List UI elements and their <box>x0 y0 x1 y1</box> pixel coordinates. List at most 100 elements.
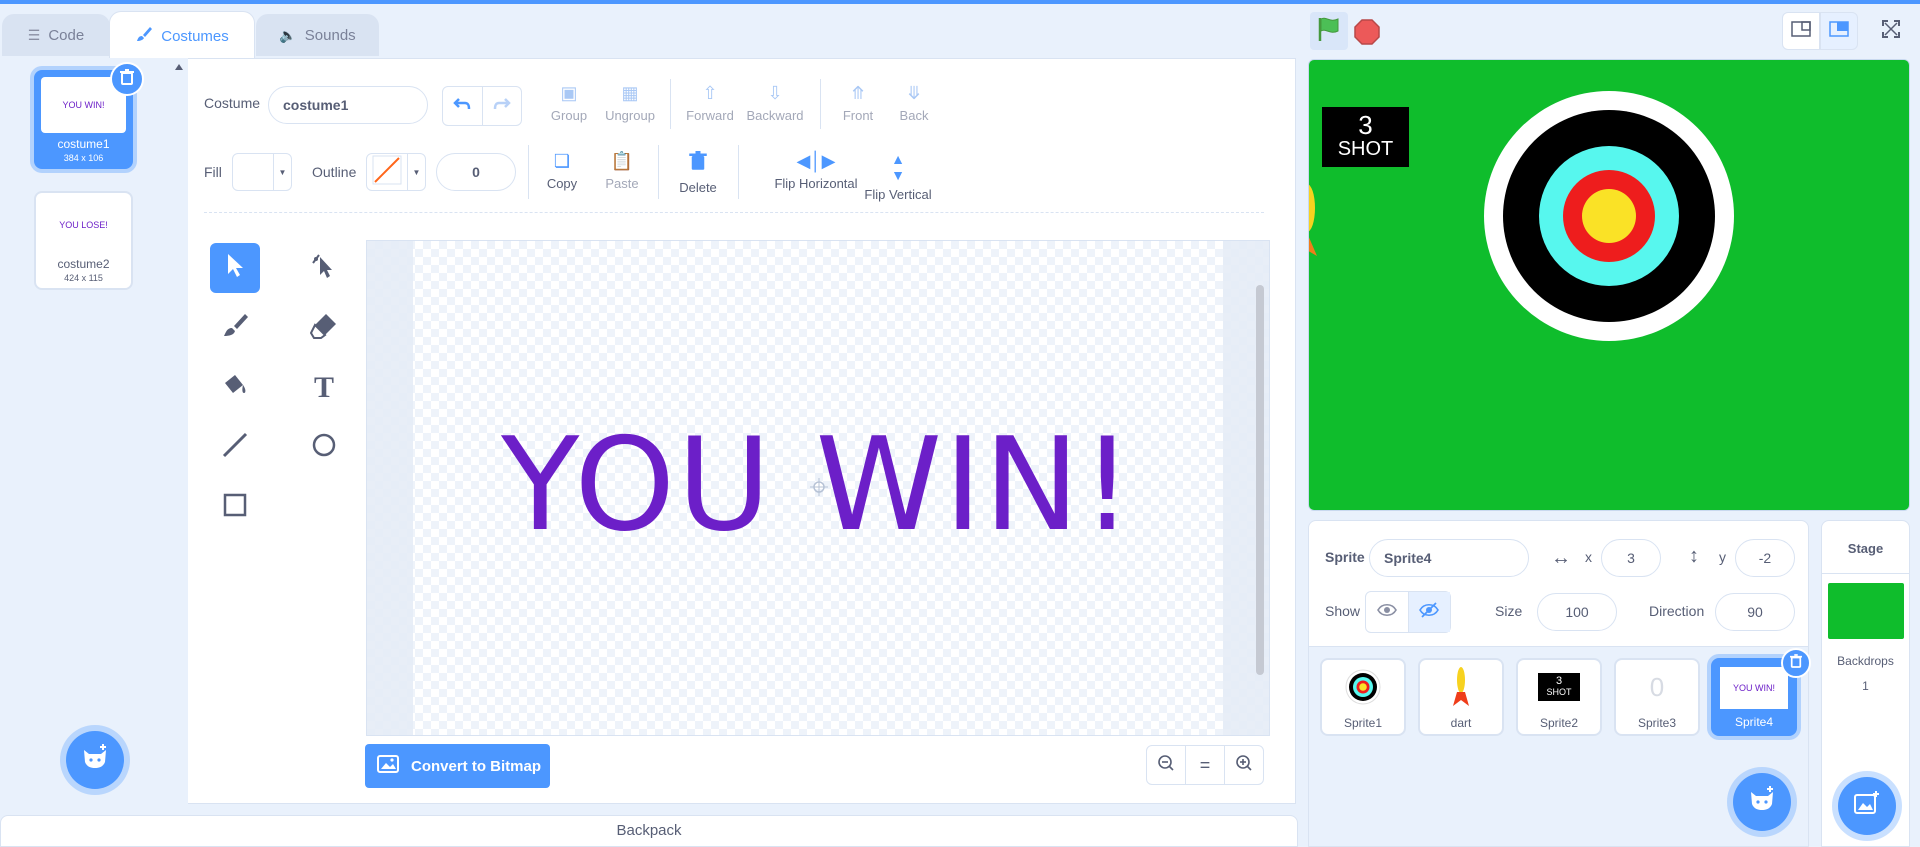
tab-code[interactable]: ☰ Code <box>2 14 110 56</box>
flip-vertical-button[interactable]: ▲ ▼ Flip Vertical <box>862 151 934 202</box>
sprite-tile-dart[interactable]: dart <box>1418 658 1504 736</box>
zoom-reset-label: = <box>1199 754 1211 775</box>
size-input[interactable]: 100 <box>1537 593 1617 631</box>
choose-sprite-button[interactable] <box>1733 773 1791 831</box>
ungroup-button[interactable]: ▦ Ungroup <box>600 83 660 123</box>
redo-icon <box>493 97 511 116</box>
tab-costumes-label: Costumes <box>161 27 229 45</box>
zoom-in-button[interactable] <box>1224 745 1264 785</box>
undo-button[interactable] <box>443 87 483 125</box>
sprite-tile-sprite2[interactable]: 3 SHOT Sprite2 <box>1516 658 1602 736</box>
flip-horizontal-button[interactable]: ◀│▶ Flip Horizontal <box>774 151 858 191</box>
small-stage-button[interactable] <box>1782 12 1820 50</box>
fill-color-picker[interactable]: ▼ <box>232 153 292 191</box>
eraser-icon <box>309 311 338 346</box>
costume-name: costume2 <box>57 257 110 271</box>
toolbar-divider <box>528 145 529 199</box>
stage-title: Stage <box>1847 541 1884 556</box>
paste-button[interactable]: 📋 Paste <box>598 151 646 191</box>
backpack-bar[interactable]: Backpack <box>0 815 1298 847</box>
stop-button[interactable] <box>1354 19 1380 45</box>
convert-to-bitmap-button[interactable]: Convert to Bitmap <box>365 744 550 788</box>
delete-sprite-button[interactable] <box>1781 648 1811 678</box>
costume-list: 1 YOU WIN! costume1 384 x 106 2 YOU LOSE… <box>0 58 189 804</box>
back-label: Back <box>899 108 929 123</box>
green-flag-button[interactable] <box>1310 12 1348 50</box>
text-tool[interactable]: T <box>299 363 349 413</box>
outline-color-picker[interactable]: ▼ <box>366 153 426 191</box>
thumb-score-number: 3 <box>1555 675 1563 687</box>
circle-tool[interactable] <box>299 423 349 473</box>
stage-panel[interactable]: Stage Backdrops 1 <box>1821 520 1910 847</box>
costume-list-scrollbar[interactable] <box>172 58 186 804</box>
trash-icon <box>672 151 724 176</box>
fullscreen-icon <box>1881 19 1901 44</box>
paint-canvas[interactable]: YOU WIN! <box>366 240 1270 736</box>
x-position-input[interactable]: 3 <box>1601 539 1661 577</box>
fill-swatch <box>239 158 267 186</box>
costume-size: 384 x 106 <box>63 153 104 163</box>
outline-width-input[interactable]: 0 <box>436 153 516 191</box>
group-label: Group <box>550 108 588 123</box>
line-tool[interactable] <box>210 423 260 473</box>
delete-button[interactable]: Delete <box>672 151 724 195</box>
tab-sounds[interactable]: 🔈 Sounds <box>256 14 379 56</box>
normal-stage-button[interactable] <box>1820 12 1858 50</box>
fill-tool[interactable] <box>210 363 260 413</box>
y-position-input[interactable]: -2 <box>1735 539 1795 577</box>
score-number: 3 <box>1358 110 1373 140</box>
direction-label: Direction <box>1649 603 1705 619</box>
zoom-out-button[interactable] <box>1146 745 1186 785</box>
select-tool[interactable] <box>210 243 260 293</box>
redo-button[interactable] <box>483 87 522 125</box>
direction-input[interactable]: 90 <box>1715 593 1795 631</box>
costume-name-input[interactable]: costume1 <box>268 86 428 124</box>
outline-label: Outline <box>312 164 357 180</box>
sprite-tile-sprite3[interactable]: 0 Sprite3 <box>1614 658 1700 736</box>
back-button[interactable]: ⤋ Back <box>892 83 936 123</box>
top-accent-bar <box>0 0 1920 4</box>
size-label: Size <box>1495 603 1523 619</box>
thumb-zero-text: 0 <box>1649 671 1665 702</box>
choose-backdrop-button[interactable] <box>1838 777 1896 835</box>
show-sprite-button[interactable] <box>1366 592 1409 632</box>
backward-label: Backward <box>746 108 804 123</box>
reshape-tool[interactable] <box>299 243 349 293</box>
zoom-reset-button[interactable]: = <box>1185 745 1225 785</box>
copy-button[interactable]: ❏ Copy <box>540 151 584 191</box>
toolbar-divider <box>670 79 671 129</box>
eraser-tool[interactable] <box>299 303 349 353</box>
sprite-name: Sprite4 <box>1734 715 1774 729</box>
sprite-name-input[interactable]: Sprite4 <box>1369 539 1529 577</box>
delete-costume-button[interactable] <box>110 62 144 96</box>
backward-icon: ⇩ <box>767 83 783 103</box>
text-t-icon: T <box>313 371 334 404</box>
rectangle-tool[interactable] <box>210 483 260 533</box>
fullscreen-button[interactable] <box>1872 12 1910 50</box>
forward-button[interactable]: ⇧ Forward <box>682 83 738 123</box>
brush-tool[interactable] <box>210 303 260 353</box>
forward-label: Forward <box>686 108 734 123</box>
costume-item-2[interactable]: 2 YOU LOSE! costume2 424 x 115 <box>34 191 133 290</box>
backward-button[interactable]: ⇩ Backward <box>742 83 808 123</box>
front-button[interactable]: ⤊ Front <box>836 83 880 123</box>
choose-costume-button[interactable] <box>66 731 124 789</box>
paste-label: Paste <box>605 176 639 191</box>
hide-sprite-button[interactable] <box>1408 592 1450 632</box>
visibility-toggle <box>1365 591 1451 633</box>
group-button[interactable]: ▣ Group <box>544 83 594 123</box>
canvas-scrollbar[interactable] <box>1256 285 1264 675</box>
tab-costumes[interactable]: Costumes <box>109 11 255 60</box>
front-icon: ⤊ <box>850 83 866 103</box>
flip-horizontal-label: Flip Horizontal <box>774 176 858 191</box>
stage-canvas[interactable]: 3 SHOT <box>1308 59 1910 511</box>
dart-sprite-partial <box>1309 178 1319 258</box>
toolbar-divider <box>658 145 659 199</box>
stage-thumbnail[interactable] <box>1828 583 1904 639</box>
costume-name: costume1 <box>57 137 110 151</box>
circle-icon <box>310 431 338 466</box>
sprite-info-panel: Sprite Sprite4 ↔ x 3 ↕ y -2 Show Size 10… <box>1308 520 1809 647</box>
forward-icon: ⇧ <box>702 83 718 103</box>
sprite-tile-sprite1[interactable]: Sprite1 <box>1320 658 1406 736</box>
rectangle-icon <box>221 491 249 526</box>
